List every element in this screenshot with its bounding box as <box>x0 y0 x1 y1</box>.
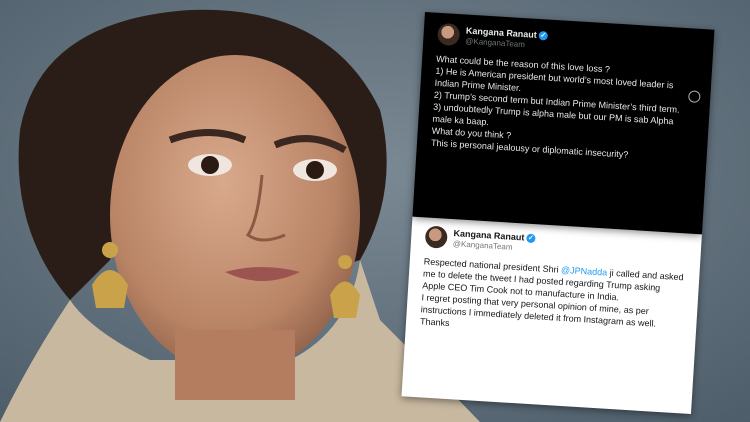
tweet-card-light: Kangana Ranaut ✓ @KanganaTeam Respected n… <box>401 214 703 414</box>
avatar <box>437 22 461 47</box>
tweet-card-dark: Kangana Ranaut ✓ @KanganaTeam What could … <box>412 12 715 235</box>
mention-link[interactable]: @JPNadda <box>561 265 608 278</box>
grok-icon <box>687 90 701 103</box>
avatar <box>424 225 448 249</box>
tweet-screenshots: Kangana Ranaut ✓ @KanganaTeam What could … <box>401 12 715 414</box>
verified-badge-icon: ✓ <box>526 233 536 243</box>
tweet-text: What could be the reason of this love lo… <box>430 53 680 160</box>
verified-badge-icon: ✓ <box>538 30 549 41</box>
tweet-text: Respected national president Shri @JPNad… <box>419 256 684 329</box>
